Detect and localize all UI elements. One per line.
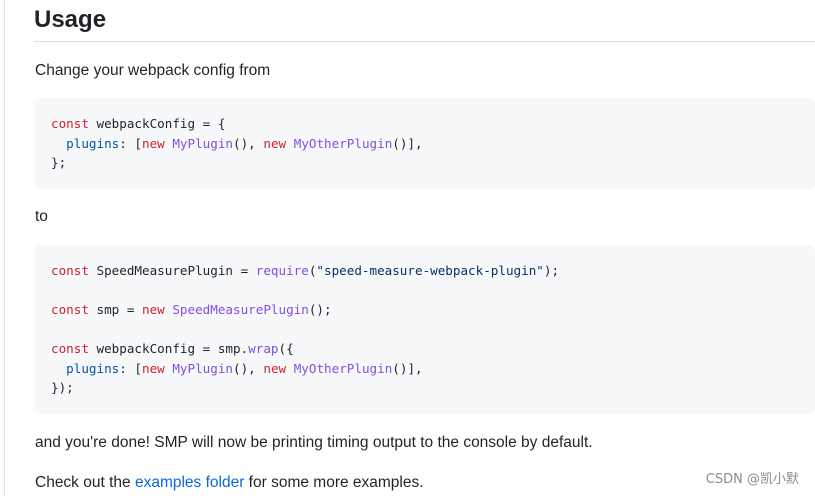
class-name: MyPlugin (172, 135, 234, 151)
csdn-watermark: CSDN @凯小默 (705, 472, 799, 487)
string-literal: "speed-measure-webpack-plugin" (316, 263, 544, 278)
keyword: new (263, 360, 287, 376)
code-before-text: const webpackConfig = { plugins: [new My… (51, 114, 815, 173)
keyword: new (142, 360, 165, 376)
left-border (4, 0, 5, 496)
keyword: new (142, 302, 165, 317)
code-text: (), (233, 360, 264, 376)
code-text: ()], (392, 135, 423, 151)
code-after-text: const SpeedMeasurePlugin = require("spee… (51, 261, 815, 398)
checkout-text: Check out the (35, 474, 135, 491)
code-text: webpackConfig = smp. (88, 341, 249, 356)
code-text: (), (233, 135, 264, 151)
keyword: new (142, 135, 165, 151)
class-name: MyOtherPlugin (293, 360, 393, 376)
keyword: const (51, 116, 89, 131)
code-text: ()], (392, 360, 423, 376)
code-line: const smp = new SpeedMeasurePlugin(); (51, 302, 332, 317)
intro-paragraph: Change your webpack config from (35, 62, 271, 79)
code-line: const webpackConfig = { (51, 116, 225, 131)
class-name: MyOtherPlugin (293, 135, 393, 151)
code-line: const SpeedMeasurePlugin = require("spee… (51, 263, 559, 278)
property: plugins (66, 135, 120, 151)
readme-page: Usage Change your webpack config from co… (0, 0, 815, 496)
keyword: const (51, 302, 89, 317)
heading-divider (34, 41, 815, 42)
code-text: ); (543, 263, 560, 278)
to-paragraph: to (35, 208, 48, 225)
class-name: MyPlugin (172, 360, 234, 376)
property: plugins (66, 360, 120, 376)
keyword: const (51, 341, 89, 356)
checkout-text: for some more examples. (244, 474, 424, 491)
code-text: smp = (88, 302, 142, 317)
usage-heading: Usage (34, 6, 107, 33)
code-text: webpackConfig = { (88, 116, 226, 131)
code-line: }; (51, 155, 67, 170)
code-text: : [ (119, 135, 142, 151)
keyword: const (51, 263, 89, 278)
code-line: plugins: [new MyPlugin(), new MyOtherPlu… (51, 135, 423, 151)
code-text: ({ (278, 341, 294, 356)
code-line: plugins: [new MyPlugin(), new MyOtherPlu… (51, 360, 423, 376)
function-name: require (255, 263, 309, 278)
checkout-paragraph: Check out the examples folder for some m… (35, 472, 424, 494)
code-block-before[interactable]: const webpackConfig = { plugins: [new My… (34, 98, 815, 189)
code-text: SpeedMeasurePlugin = (88, 263, 256, 278)
class-name: SpeedMeasurePlugin (172, 302, 309, 317)
code-text: : [ (119, 360, 142, 376)
code-line: }); (51, 380, 74, 395)
done-paragraph: and you're done! SMP will now be printin… (35, 434, 593, 451)
code-line: const webpackConfig = smp.wrap({ (51, 341, 294, 356)
code-block-after[interactable]: const SpeedMeasurePlugin = require("spee… (34, 245, 815, 414)
function-name: wrap (248, 341, 279, 356)
examples-folder-link[interactable]: examples folder (135, 474, 244, 491)
keyword: new (263, 135, 287, 151)
code-text: (); (308, 302, 332, 317)
